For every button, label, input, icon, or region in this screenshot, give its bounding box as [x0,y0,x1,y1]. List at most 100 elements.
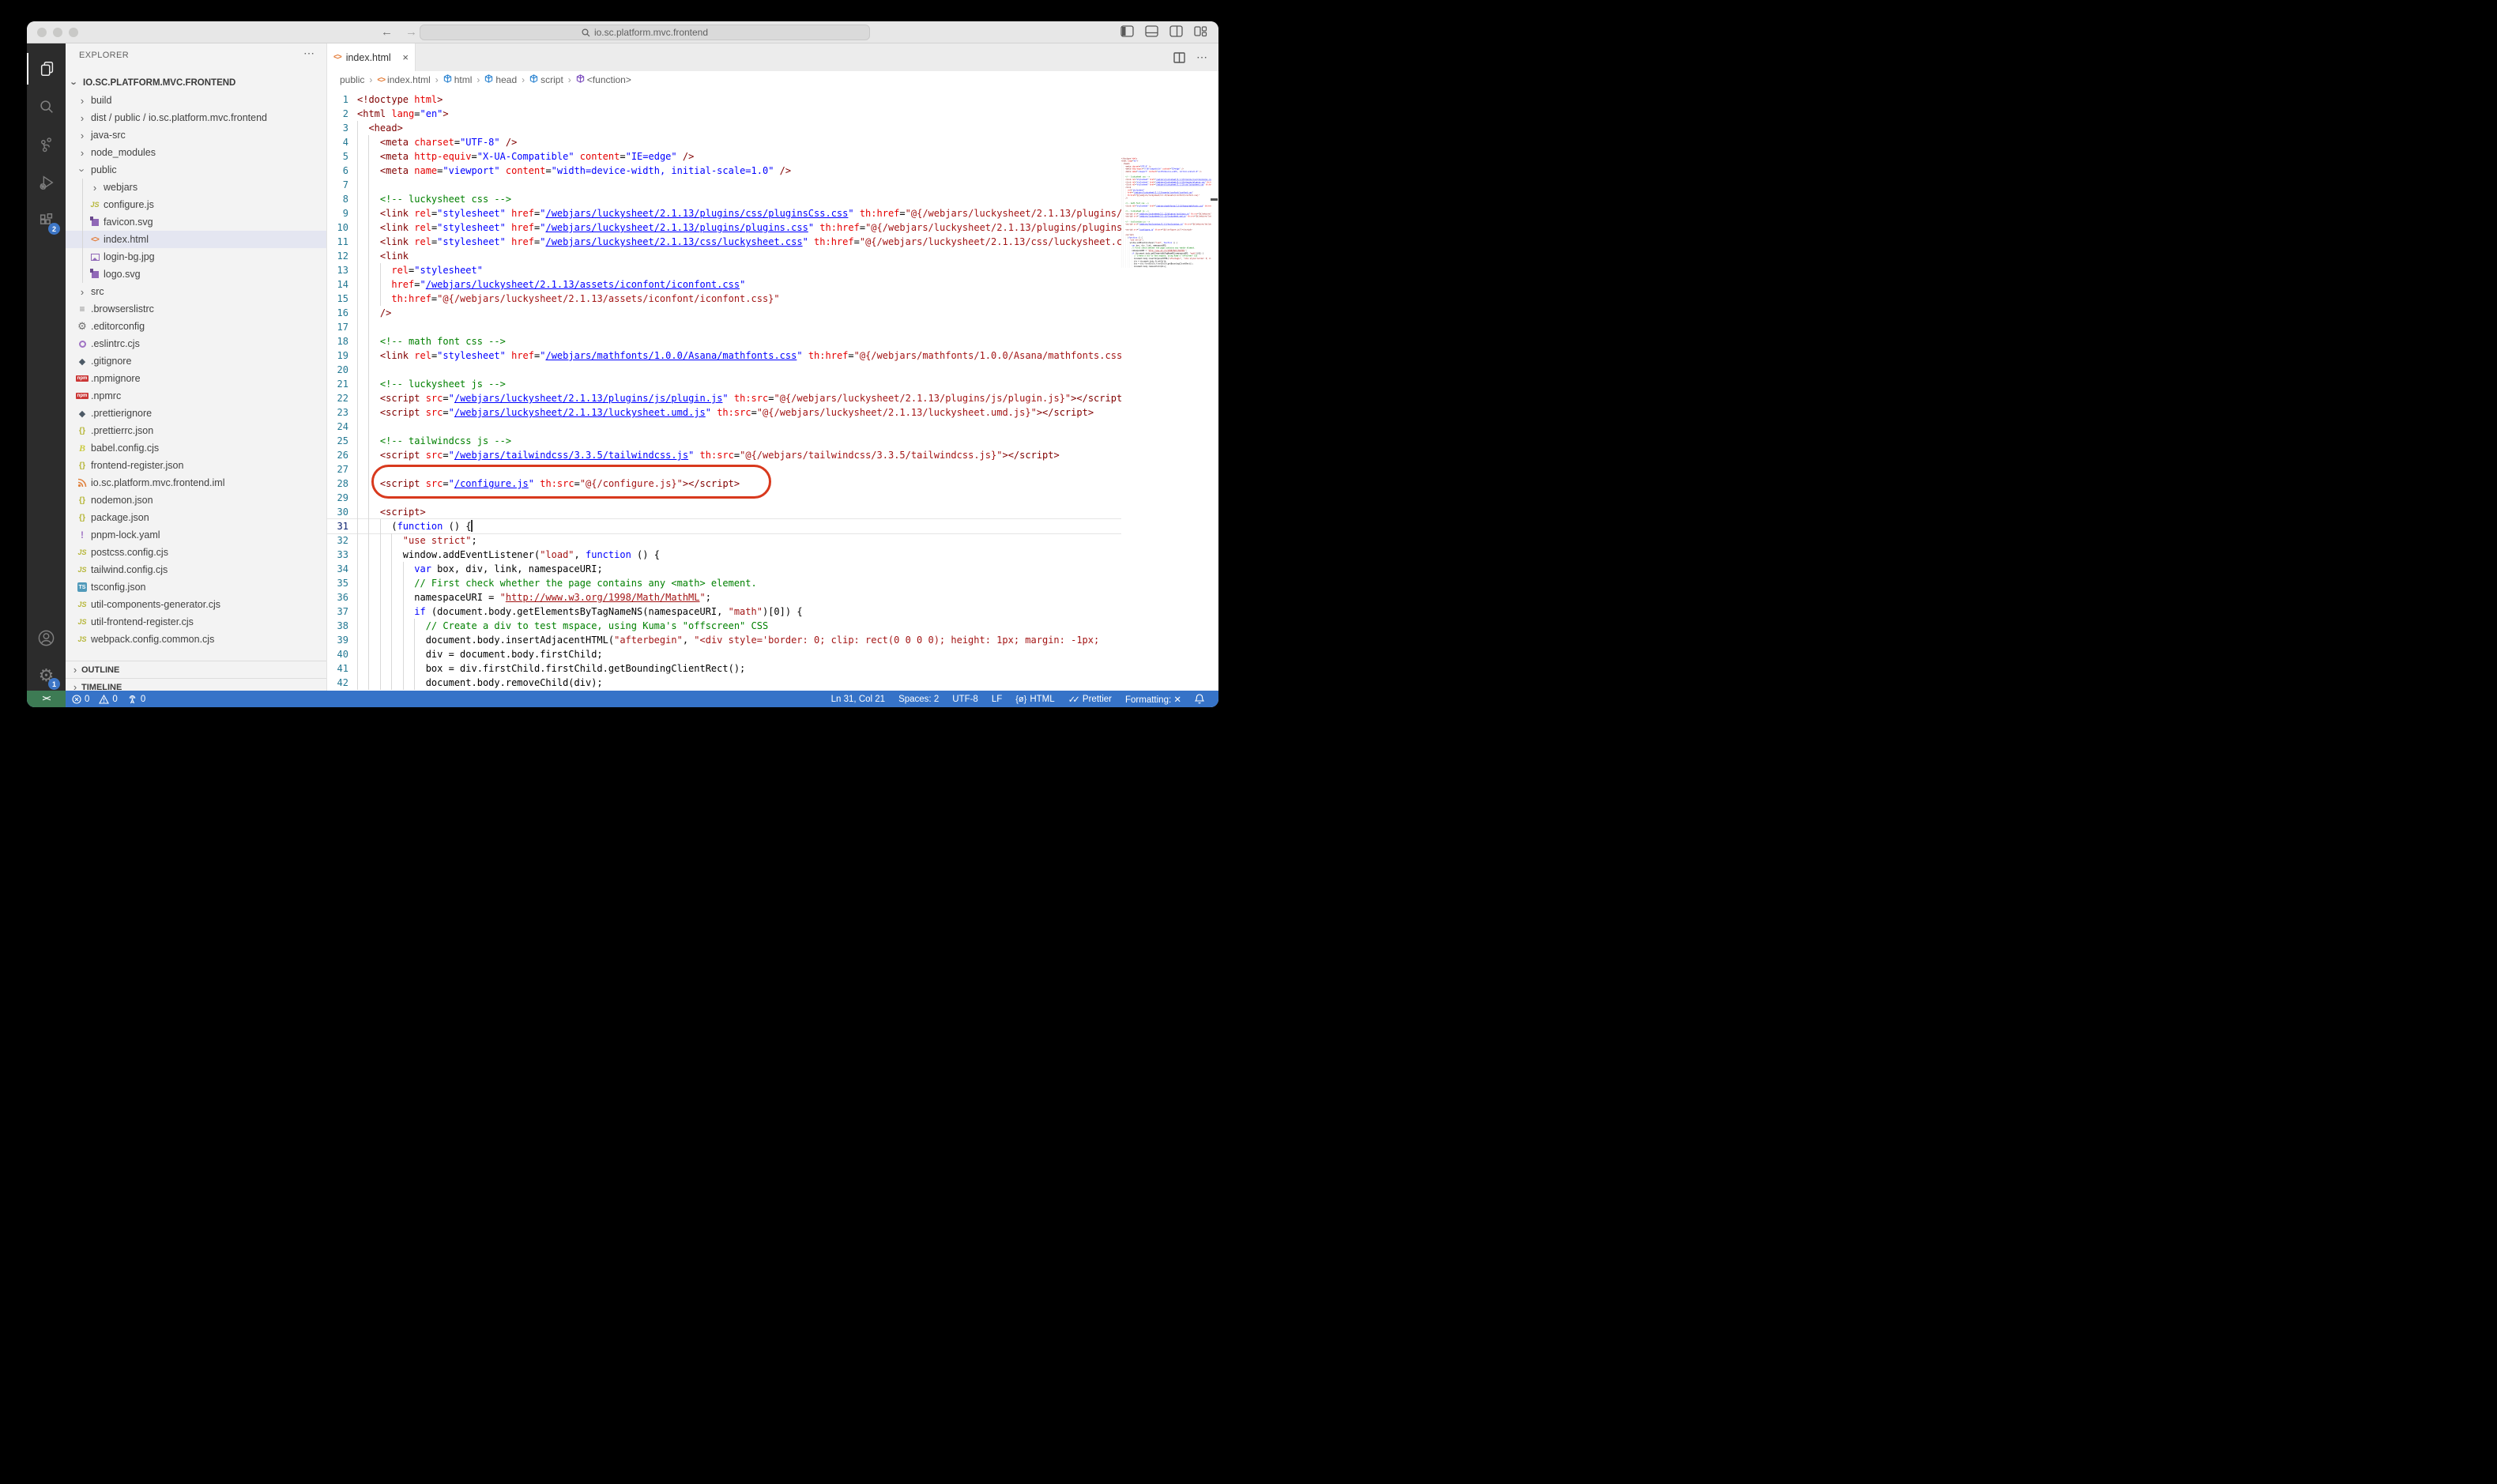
code-editor[interactable]: 1234567891011121314151617181920212223242… [327,89,1218,691]
tree-item-util-frontend-register.cjs[interactable]: JSutil-frontend-register.cjs [66,613,326,631]
tab-index-html[interactable]: <> index.html × [327,43,416,71]
search-value: io.sc.platform.mvc.frontend [594,27,708,38]
status-error[interactable]: 0 [72,695,89,704]
red-annotation-oval [371,465,771,499]
tree-item-.npmrc[interactable]: npm.npmrc [66,387,326,405]
overview-ruler-cursor-mark [1211,198,1218,201]
run-debug-activity-icon[interactable] [27,167,66,198]
close-tab-icon[interactable]: × [402,51,409,63]
tree-item-postcss.config.cjs[interactable]: JSpostcss.config.cjs [66,544,326,561]
remote-indicator[interactable]: >< [27,691,66,707]
code-line-42: document.body.removeChild(div); [1121,266,1211,268]
forward-arrow-icon[interactable]: → [405,25,417,40]
tree-item-pnpm-lock.yaml[interactable]: !pnpm-lock.yaml [66,526,326,544]
status-bell[interactable] [1195,694,1207,704]
explorer-more-actions-icon[interactable]: ⋯ [303,47,315,60]
outline-section[interactable]: ›OUTLINE [66,661,326,678]
window-controls[interactable] [37,28,78,37]
toggle-sidebar-icon[interactable] [1120,25,1134,37]
tree-root[interactable]: ›IO.SC.PLATFORM.MVC.FRONTEND [66,74,326,92]
tree-item-node-modules[interactable]: ›node_modules [66,144,326,161]
close-window-button[interactable] [37,28,47,37]
command-center-search[interactable]: io.sc.platform.mvc.frontend [420,24,870,40]
extensions-activity-icon[interactable]: 2 [27,205,66,236]
tree-item-.eslintrc.cjs[interactable]: .eslintrc.cjs [66,335,326,352]
tree-item-index.html[interactable]: <>index.html [66,231,326,248]
explorer-activity-icon[interactable] [27,53,66,85]
source-control-activity-icon[interactable] [27,129,66,160]
tree-item-package.json[interactable]: {}package.json [66,509,326,526]
tree-item-src[interactable]: ›src [66,283,326,300]
tree-item-frontend-register.json[interactable]: {}frontend-register.json [66,457,326,474]
code-line-37: if (document.body.getElementsByTagNameNS… [357,605,1121,619]
chevron-icon: › [76,95,89,107]
breadcrumb-item-head[interactable]: head [484,74,517,85]
status-formatting-[interactable]: Formatting: ✕ [1125,694,1181,705]
tree-item-public[interactable]: ›public [66,161,326,179]
customize-layout-icon[interactable] [1194,25,1207,37]
breadcrumb-item-html[interactable]: html [443,74,473,85]
tree-item-login-bg.jpg[interactable]: login-bg.jpg [66,248,326,266]
symbol-element-icon [529,74,538,85]
tree-item-dist-public-io.sc.platform.mvc.frontend[interactable]: ›dist / public / io.sc.platform.mvc.fron… [66,109,326,126]
tree-item-favicon.svg[interactable]: favicon.svg [66,213,326,231]
code-line-17 [357,320,1121,334]
tree-item-.npmignore[interactable]: npm.npmignore [66,370,326,387]
split-editor-icon[interactable] [1173,52,1185,63]
symbol-element-icon [443,74,452,85]
status-html[interactable]: {ø}HTML [1015,695,1054,704]
search-activity-icon[interactable] [27,91,66,122]
status-ln-31-col-21[interactable]: Ln 31, Col 21 [831,695,885,704]
status-lf[interactable]: LF [992,695,1002,704]
status-prettier[interactable]: ✓✓Prettier [1068,694,1112,705]
code-line-33: window.addEventListener("load", function… [357,548,1121,562]
tree-item-tailwind.config.cjs[interactable]: JStailwind.config.cjs [66,561,326,578]
status-broadcast[interactable]: 0 [127,695,145,704]
tree-item-.browserslistrc[interactable]: ≡.browserslistrc [66,300,326,318]
breadcrumb-item-script[interactable]: script [529,74,563,85]
vscode-window: ← → io.sc.platform.mvc.frontend [27,21,1218,707]
editor-more-actions-icon[interactable]: ⋯ [1196,51,1207,64]
list-file-icon: ≡ [76,303,89,315]
tree-item-tsconfig.json[interactable]: TStsconfig.json [66,578,326,596]
toggle-panel-icon[interactable] [1145,25,1158,37]
tab-label: index.html [346,52,391,63]
toggle-secondary-sidebar-icon[interactable] [1169,25,1183,37]
breadcrumb-separator: › [568,74,571,85]
tree-item-.editorconfig[interactable]: ⚙.editorconfig [66,318,326,335]
minimize-window-button[interactable] [53,28,62,37]
js-file-icon: JS [76,633,89,646]
code-line-36: namespaceURI = "http://www.w3.org/1998/M… [357,590,1121,605]
tree-item-.prettierrc.json[interactable]: {}.prettierrc.json [66,422,326,439]
code-line-11: <link rel="stylesheet" href="/webjars/lu… [357,235,1121,249]
minimap[interactable]: <!doctype html><html lang="en"> <head> <… [1121,134,1211,691]
tree-item-java-src[interactable]: ›java-src [66,126,326,144]
breadcrumb-item-public[interactable]: public [340,74,364,85]
status-spaces-2[interactable]: Spaces: 2 [898,695,939,704]
status-utf-8[interactable]: UTF-8 [952,695,978,704]
tree-item-.gitignore[interactable]: ◆.gitignore [66,352,326,370]
timeline-section[interactable]: ›TIMELINE [66,678,326,691]
status-warning[interactable]: 0 [99,695,117,704]
code-line-38: // Create a div to test mspace, using Ku… [357,619,1121,633]
tree-item-.prettierignore[interactable]: ◆.prettierignore [66,405,326,422]
tree-item-logo.svg[interactable]: logo.svg [66,266,326,283]
tree-item-nodemon.json[interactable]: {}nodemon.json [66,492,326,509]
tree-item-babel.config.cjs[interactable]: Bbabel.config.cjs [66,439,326,457]
account-icon[interactable] [27,622,66,653]
tree-item-util-components-generator.cjs[interactable]: JSutil-components-generator.cjs [66,596,326,613]
breadcrumb-item-index-html[interactable]: <>index.html [377,74,430,85]
breadcrumb-item--function-[interactable]: <function> [576,74,631,85]
zoom-window-button[interactable] [69,28,78,37]
back-arrow-icon[interactable]: ← [381,25,393,40]
text-cursor [471,520,473,532]
tree-item-build[interactable]: ›build [66,92,326,109]
tree-item-configure.js[interactable]: JSconfigure.js [66,196,326,213]
tree-item-webjars[interactable]: ›webjars [66,179,326,196]
settings-gear-icon[interactable]: ⚙ 1 [27,660,66,691]
tree-item-io.sc.platform.mvc.frontend.iml[interactable]: io.sc.platform.mvc.frontend.iml [66,474,326,492]
tree-item-webpack.config.common.cjs[interactable]: JSwebpack.config.common.cjs [66,631,326,648]
breadcrumb[interactable]: public›<>index.html›html›head›script›<fu… [327,71,1218,89]
code-line-25: <!-- tailwindcss js --> [357,434,1121,448]
svg-file-icon [89,268,101,281]
